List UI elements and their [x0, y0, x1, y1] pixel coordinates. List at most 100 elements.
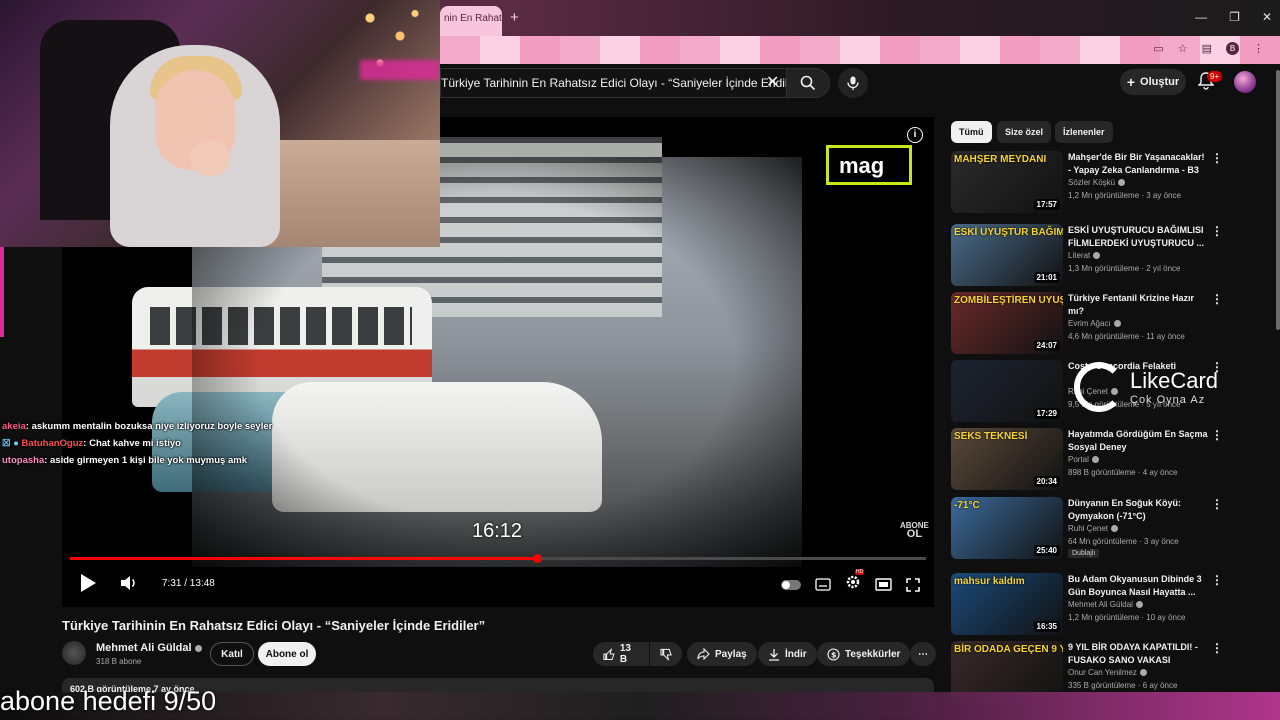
recommended-channel[interactable]: Portal	[1068, 455, 1099, 464]
extensions-icon[interactable]: ▤	[1202, 42, 1212, 55]
theater-mode-icon[interactable]	[875, 578, 892, 591]
recommended-meta: 1,3 Mn görüntüleme · 2 yıl önce	[1068, 264, 1181, 273]
more-vertical-icon[interactable]: ⋮	[1211, 292, 1223, 306]
info-icon[interactable]: i	[907, 127, 923, 143]
channel-name[interactable]: Mehmet Ali Güldal	[96, 642, 202, 654]
recommended-title[interactable]: Bu Adam Okyanusun Dibinde 3 Gün Boyunca …	[1068, 573, 1208, 599]
verified-icon	[1135, 601, 1143, 609]
chat-text: : askumm mentalin bozuksa niye izliyoruz…	[25, 421, 273, 432]
settings-gear-icon	[846, 575, 860, 589]
verified-icon	[1111, 525, 1119, 533]
mute-button[interactable]	[120, 572, 138, 594]
verified-icon	[1139, 669, 1147, 677]
recommended-channel[interactable]: Mehmet Ali Güldal	[1068, 600, 1143, 609]
duration-badge: 24:07	[1033, 340, 1060, 351]
recommended-title[interactable]: 9 YIL BİR ODAYA KAPATILDI! - FUSAKO SANO…	[1068, 641, 1208, 667]
more-vertical-icon[interactable]: ⋮	[1211, 224, 1223, 238]
search-input[interactable]: Türkiye Tarihinin En Rahatsız Edici Olay…	[440, 68, 786, 98]
progress-scrubber[interactable]	[532, 554, 542, 563]
recommended-meta: 4,6 Mn görüntüleme · 11 ay önce	[1068, 332, 1185, 341]
join-button[interactable]: Katıl	[210, 642, 254, 666]
verified-icon	[1091, 456, 1099, 464]
channel-avatar[interactable]	[62, 641, 86, 665]
chip-for-you[interactable]: Size özel	[997, 121, 1052, 143]
clear-search-icon[interactable]: ✕	[766, 72, 779, 92]
dislike-button[interactable]	[650, 642, 682, 666]
more-vertical-icon[interactable]: ⋮	[1211, 497, 1223, 511]
voice-search-button[interactable]	[838, 68, 868, 98]
recommended-title[interactable]: Türkiye Fentanil Krizine Hazır mı?	[1068, 292, 1208, 318]
autoplay-toggle[interactable]	[781, 579, 801, 590]
tab-title: nin En Rahatsı	[444, 13, 502, 24]
create-label: Oluştur	[1140, 76, 1180, 88]
recommended-channel-text: Literat	[1068, 251, 1091, 260]
microphone-icon	[847, 76, 859, 90]
verified-icon	[1113, 320, 1121, 328]
more-vertical-icon[interactable]: ⋮	[1211, 641, 1223, 655]
share-button[interactable]: Paylaş	[687, 642, 757, 666]
more-vertical-icon[interactable]: ⋮	[1211, 428, 1223, 442]
recommended-channel[interactable]: Literat	[1068, 251, 1101, 260]
new-tab-button[interactable]: +	[510, 9, 519, 26]
play-button[interactable]	[78, 572, 98, 594]
search-button[interactable]	[786, 68, 830, 98]
subscribe-watermark[interactable]: ABONE OL	[900, 521, 929, 540]
browser-tab[interactable]: nin En Rahatsı	[440, 6, 502, 36]
maximize-icon[interactable]: ❐	[1229, 10, 1240, 24]
account-avatar[interactable]	[1234, 71, 1256, 93]
page-scrollbar[interactable]	[1276, 70, 1280, 330]
browser-menu-icon[interactable]: ⋮	[1253, 42, 1264, 55]
recommended-title[interactable]: ESKİ UYUŞTURUCU BAĞIMLISI FİLMLERDEKİ UY…	[1068, 224, 1208, 250]
like-button[interactable]: 13 B	[593, 642, 649, 666]
recommended-channel[interactable]: Onur Can Yenilmez	[1068, 668, 1147, 677]
duration-badge: 17:29	[1033, 408, 1060, 419]
channel-name-text: Mehmet Ali Güldal	[96, 642, 192, 654]
subtitles-icon[interactable]	[815, 578, 831, 591]
video-thumbnail[interactable]: ESKİ UYUŞTUR BAĞIM 21:01	[951, 224, 1063, 286]
duration-badge: 20:34	[1033, 476, 1060, 487]
recommended-title[interactable]: Hayatımda Gördüğüm En Saçma Sosyal Deney	[1068, 428, 1208, 454]
recommended-video[interactable]: -71°C 25:40 Dünyanın En Soğuk Köyü: Oymyak…	[951, 497, 1271, 559]
bookmark-star-icon[interactable]: ☆	[1178, 42, 1188, 55]
thanks-button[interactable]: $ Teşekkürler	[817, 642, 911, 666]
recommended-video[interactable]: ESKİ UYUŞTUR BAĞIM 21:01 ESKİ UYUŞTURUCU B…	[951, 224, 1271, 286]
video-thumbnail[interactable]: MAHŞER MEYDANI 17:57	[951, 151, 1063, 213]
video-thumbnail[interactable]: mahsur kaldım 16:35	[951, 573, 1063, 635]
chip-watched[interactable]: İzlenenler	[1055, 121, 1113, 143]
thumbnail-text: SEKS TEKNESİ	[954, 431, 1028, 442]
progress-bar[interactable]	[70, 557, 926, 560]
subscribe-button[interactable]: Abone ol	[258, 642, 316, 666]
recommended-title[interactable]: Dünyanın En Soğuk Köyü: Oymyakon (-71°C)	[1068, 497, 1208, 523]
recommended-channel[interactable]: Sözler Köşkü	[1068, 178, 1126, 187]
video-thumbnail[interactable]: ZOMBİLEŞTİREN UYUŞTURUCU 24:07	[951, 292, 1063, 354]
recommended-video[interactable]: MAHŞER MEYDANI 17:57 Mahşer'de Bir Bir Yaş…	[951, 151, 1271, 213]
more-vertical-icon[interactable]: ⋮	[1211, 151, 1223, 165]
verified-icon	[1118, 179, 1126, 187]
recommended-title[interactable]: Mahşer'de Bir Bir Yaşanacaklar! - Yapay …	[1068, 151, 1208, 177]
more-actions-button[interactable]: ⋯	[910, 642, 936, 666]
video-caption: 16:12	[472, 520, 523, 542]
recommended-channel[interactable]: Evrim Ağacı	[1068, 319, 1121, 328]
video-thumbnail[interactable]: SEKS TEKNESİ 20:34	[951, 428, 1063, 490]
create-button[interactable]: + Oluştur	[1120, 69, 1186, 95]
download-button[interactable]: İndir	[758, 642, 817, 666]
recommended-meta: 1,2 Mn görüntüleme · 10 ay önce	[1068, 613, 1186, 622]
chip-all[interactable]: Tümü	[951, 121, 992, 143]
close-icon[interactable]: ✕	[1262, 10, 1272, 24]
video-thumbnail[interactable]: -71°C 25:40	[951, 497, 1063, 559]
volume-icon	[121, 576, 135, 590]
fullscreen-icon[interactable]	[906, 577, 920, 592]
minimize-icon[interactable]: —	[1195, 10, 1207, 24]
recommended-video[interactable]: SEKS TEKNESİ 20:34 Hayatımda Gördüğüm En S…	[951, 428, 1271, 490]
recommended-video[interactable]: ZOMBİLEŞTİREN UYUŞTURUCU 24:07 Türkiye Fen…	[951, 292, 1271, 354]
duration-badge: 25:40	[1033, 545, 1060, 556]
likecard-ring-icon	[1074, 362, 1124, 412]
more-vertical-icon[interactable]: ⋮	[1211, 573, 1223, 587]
settings-button[interactable]: HD	[845, 569, 865, 595]
video-thumbnail[interactable]: 17:29	[951, 360, 1063, 422]
recommended-video[interactable]: mahsur kaldım 16:35 Bu Adam Okyanusun Dibi…	[951, 573, 1271, 635]
cast-icon[interactable]: ▭	[1153, 42, 1163, 55]
profile-icon[interactable]: B	[1226, 42, 1239, 55]
recommended-channel[interactable]: Ruhi Çenet	[1068, 524, 1119, 533]
recommended-meta: 335 B görüntüleme · 6 ay önce	[1068, 681, 1178, 690]
